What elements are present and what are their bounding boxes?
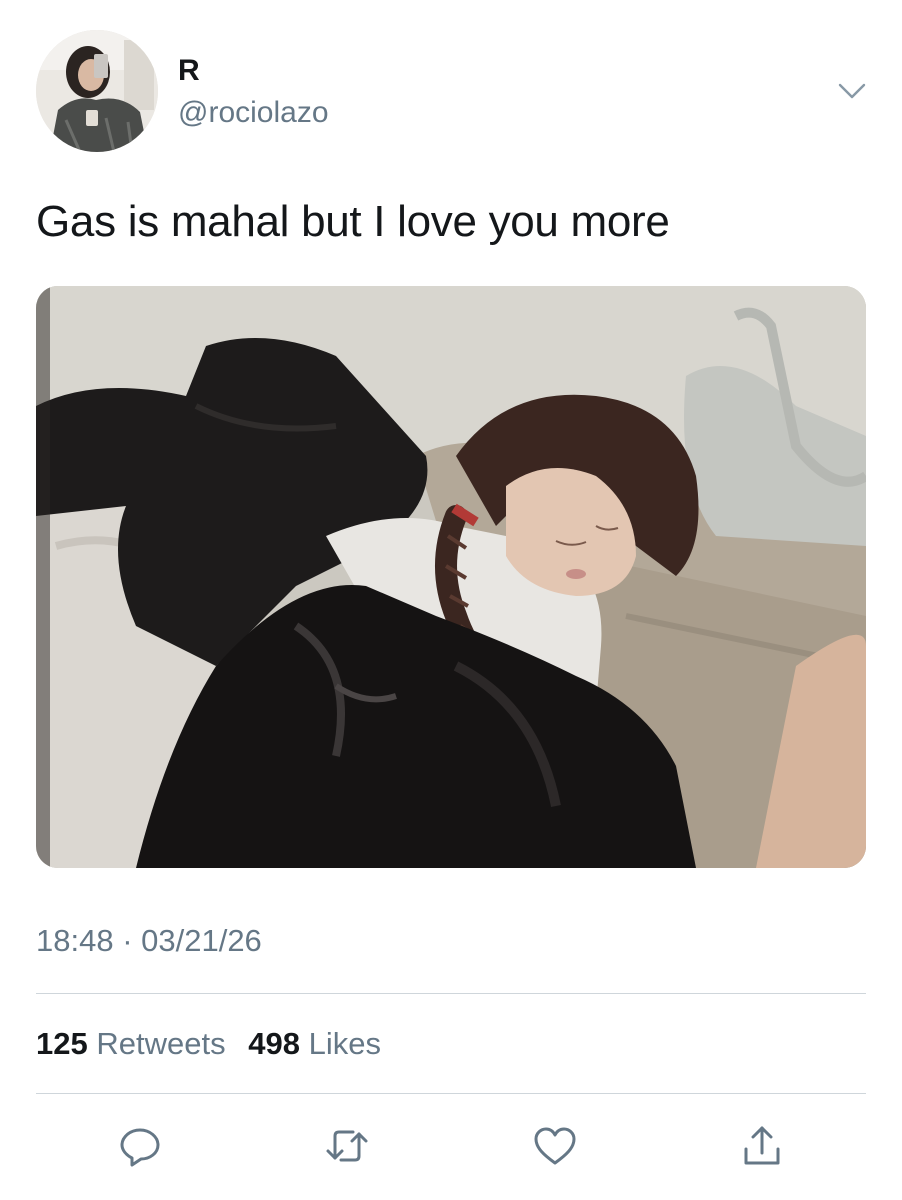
share-button[interactable]: [738, 1122, 786, 1170]
likes-label: Likes: [308, 1026, 381, 1061]
tweet-timestamp[interactable]: 18:48 · 03/21/26: [36, 922, 262, 960]
retweets-count: 125: [36, 1026, 88, 1061]
tweet-text: Gas is mahal but I love you more: [36, 197, 670, 246]
tweet-photo[interactable]: [36, 286, 866, 868]
author-name[interactable]: R: [178, 54, 200, 88]
avatar[interactable]: [36, 30, 158, 152]
retweets-stat[interactable]: 125 Retweets: [36, 1026, 226, 1061]
like-button[interactable]: [531, 1122, 579, 1170]
heart-icon: [534, 1127, 576, 1165]
retweet-icon: [326, 1130, 368, 1162]
reply-button[interactable]: [116, 1122, 164, 1170]
divider: [36, 993, 866, 994]
share-icon: [744, 1126, 780, 1165]
divider: [36, 1093, 866, 1094]
retweets-label: Retweets: [96, 1026, 226, 1061]
reply-icon: [120, 1128, 160, 1167]
author-handle[interactable]: @rociolazo: [178, 96, 329, 130]
likes-count: 498: [248, 1026, 300, 1061]
photo-image: [36, 286, 866, 868]
tweet-menu-button[interactable]: [832, 74, 872, 108]
tweet-stats: 125 Retweets 498 Likes: [36, 1024, 395, 1064]
chevron-down-icon: [838, 83, 866, 99]
likes-stat[interactable]: 498 Likes: [248, 1026, 381, 1061]
retweet-button[interactable]: [323, 1122, 371, 1170]
tweet-detail: R @rociolazo Gas is mahal but I love you…: [0, 0, 902, 1200]
